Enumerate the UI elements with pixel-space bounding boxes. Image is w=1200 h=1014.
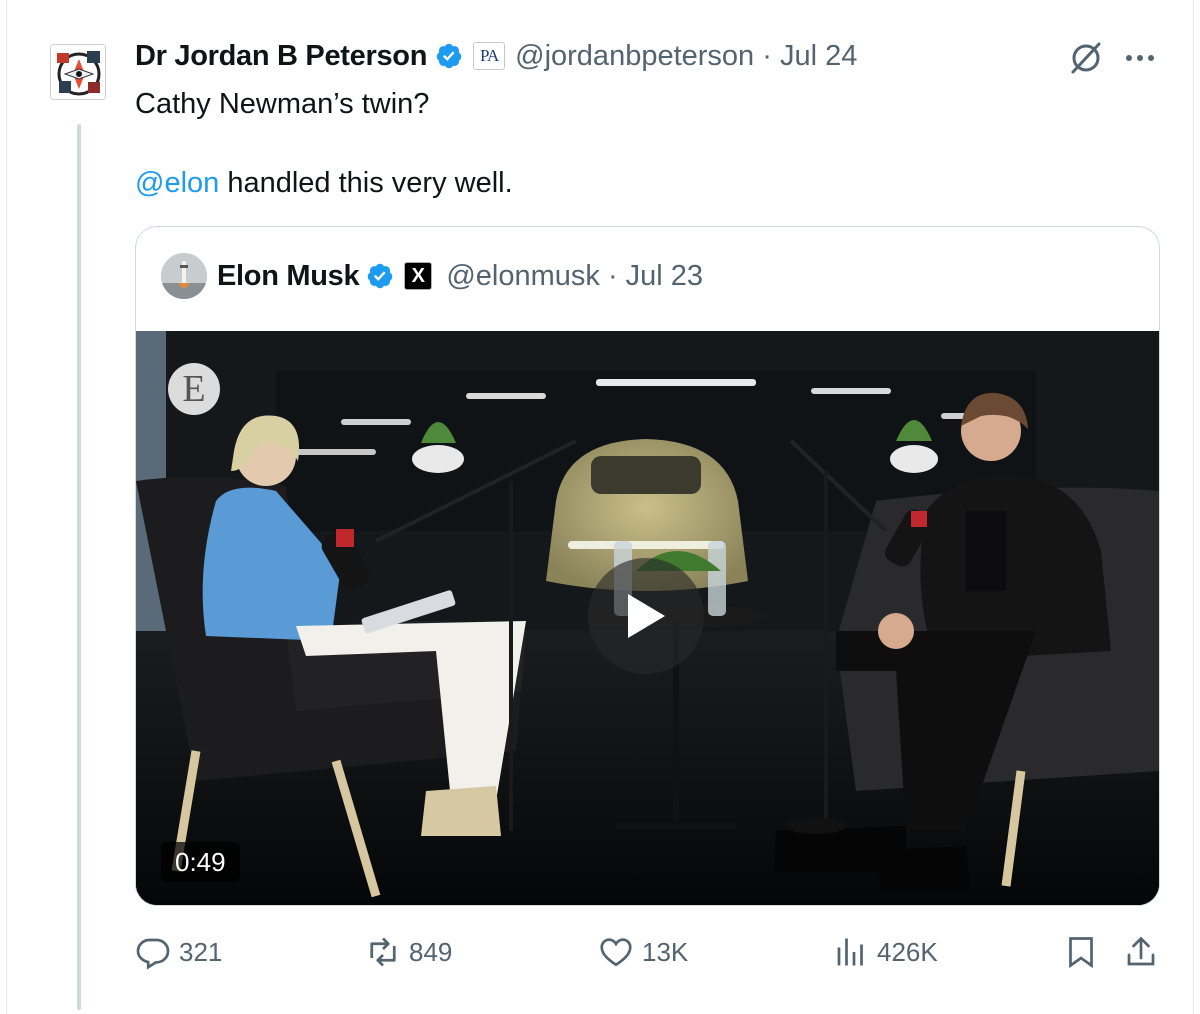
video-player[interactable]: E 0:49: [136, 331, 1159, 905]
reply-count: 321: [179, 936, 223, 967]
quoted-tweet-card[interactable]: Elon Musk X @elonmusk · Jul 23 E 0:49: [135, 226, 1160, 906]
quoted-author-name[interactable]: Elon Musk: [217, 260, 360, 293]
quoted-author-handle-date[interactable]: @elonmusk · Jul 23: [446, 260, 703, 293]
play-button[interactable]: [588, 558, 704, 674]
quoted-tweet-header: Elon Musk X @elonmusk · Jul 23: [161, 253, 703, 299]
quoted-author-avatar[interactable]: [161, 253, 207, 299]
tweet-text-rest: handled this very well.: [219, 167, 513, 199]
views-count: 426K: [877, 936, 938, 967]
tweet-text-line2: @elon handled this very well.: [135, 163, 513, 203]
bookmark-icon: [1069, 937, 1093, 969]
like-count: 13K: [642, 936, 689, 967]
video-duration: 0:49: [161, 842, 240, 882]
tweet-text-line1: Cathy Newman’s twin?: [135, 88, 430, 120]
share-button[interactable]: [1123, 926, 1159, 978]
grok-icon: [1071, 42, 1101, 74]
play-icon: [628, 594, 665, 638]
thread-line: [77, 124, 81, 1010]
share-icon: [1127, 936, 1155, 966]
more-icon: [1126, 55, 1154, 61]
more-button[interactable]: [1120, 38, 1160, 78]
views-button[interactable]: 426K: [833, 926, 938, 978]
repost-count: 849: [409, 936, 453, 967]
economist-e-logo: E: [182, 368, 206, 410]
reply-button[interactable]: 321: [135, 926, 222, 978]
page-right-border: [1193, 0, 1194, 1014]
repost-button[interactable]: 849: [365, 926, 452, 978]
author-avatar[interactable]: [50, 44, 106, 100]
affiliation-badge[interactable]: PA: [473, 42, 506, 70]
x-affiliation-badge[interactable]: X: [404, 262, 433, 290]
reply-icon: [136, 938, 170, 970]
repost-icon: [370, 937, 396, 967]
verified-badge-icon: [436, 43, 462, 69]
author-name[interactable]: Dr Jordan B Peterson: [135, 40, 427, 73]
bookmark-button[interactable]: [1063, 926, 1099, 978]
like-button[interactable]: 13K: [598, 926, 688, 978]
author-handle-date[interactable]: @jordanbpeterson · Jul 24: [515, 40, 857, 73]
verified-badge-icon: [368, 263, 393, 289]
views-icon: [837, 938, 863, 966]
page-left-border: [6, 0, 7, 1014]
mention-link[interactable]: @elon: [135, 167, 219, 199]
action-bar: 321 849 13K 426K: [135, 926, 1165, 978]
tweet-header: Dr Jordan B Peterson PA @jordanbpeterson…: [135, 36, 857, 76]
grok-button[interactable]: [1066, 38, 1106, 78]
like-icon: [600, 938, 632, 967]
